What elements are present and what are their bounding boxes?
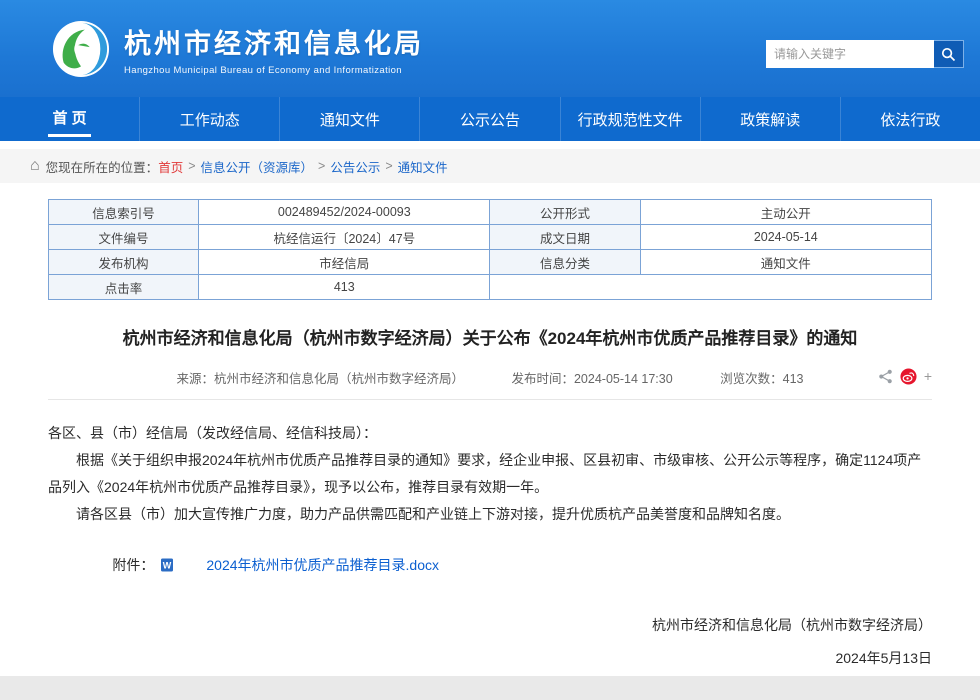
- signature-date: 2024年5月13日: [0, 642, 932, 676]
- breadcrumb-link-notice-files[interactable]: 通知文件: [398, 157, 448, 176]
- paragraph-closing: 请各区县（市）加大宣传推广力度，助力产品供需匹配和产业链上下游对接，提升优质杭产…: [48, 501, 932, 528]
- breadcrumb-separator: >: [318, 159, 325, 173]
- paragraph-main: 根据《关于组织申报2024年杭州市优质产品推荐目录的通知》要求，经企业申报、区县…: [48, 447, 932, 502]
- article-meta: 来源：杭州市经济和信息化局（杭州市数字经济局） 发布时间：2024-05-14 …: [48, 368, 932, 400]
- breadcrumb: ⌂ 您现在所在的位置： 首页 > 信息公开（资源库） > 公告公示 > 通知文件: [0, 149, 980, 183]
- breadcrumb-link-announcements[interactable]: 公告公示: [330, 157, 380, 176]
- breadcrumb-prefix: 您现在所在的位置：: [46, 157, 159, 176]
- article-body: 各区、县（市）经信局（发改经信局、经信科技局）： 根据《关于组织申报2024年杭…: [48, 420, 932, 529]
- info-value-publisher: 市经信局: [199, 250, 490, 275]
- nav-item-work-news[interactable]: 工作动态: [140, 97, 280, 141]
- svg-text:W: W: [163, 560, 172, 570]
- table-row: 信息索引号 002489452/2024-00093 公开形式 主动公开: [49, 200, 932, 225]
- info-label-date: 成文日期: [490, 225, 640, 250]
- more-share-icon[interactable]: +: [924, 368, 932, 384]
- attachment-row: 附件： W 2024年杭州市优质产品推荐目录.docx: [48, 555, 932, 575]
- page-title: 杭州市经济和信息化局（杭州市数字经济局）关于公布《2024年杭州市优质产品推荐目…: [60, 326, 920, 352]
- article-publish-time: 发布时间：2024-05-14 17:30: [511, 372, 672, 386]
- info-label-file-number: 文件编号: [49, 225, 199, 250]
- nav-item-public-announcements[interactable]: 公示公告: [420, 97, 560, 141]
- search-box: [766, 40, 964, 68]
- breadcrumb-link-home[interactable]: 首页: [158, 157, 183, 176]
- site-header: 杭州市经济和信息化局 Hangzhou Municipal Bureau of …: [0, 0, 980, 97]
- article-view-count: 浏览次数：413: [720, 372, 803, 386]
- info-empty-cell: [490, 275, 932, 300]
- info-value-date: 2024-05-14: [640, 225, 931, 250]
- nav-item-notice-files[interactable]: 通知文件: [280, 97, 420, 141]
- nav-item-home[interactable]: 首 页: [0, 97, 140, 141]
- attachment-label: 附件：: [84, 555, 154, 575]
- weibo-share-icon[interactable]: [900, 368, 917, 385]
- info-label-category: 信息分类: [490, 250, 640, 275]
- signature-block: 杭州市经济和信息化局（杭州市数字经济局） 2024年5月13日: [0, 609, 932, 676]
- breadcrumb-separator: >: [188, 159, 195, 173]
- share-tools: +: [878, 368, 932, 385]
- table-row: 点击率 413: [49, 275, 932, 300]
- nav-item-policy-interpretation[interactable]: 政策解读: [701, 97, 841, 141]
- breadcrumb-link-info-disclosure[interactable]: 信息公开（资源库）: [201, 157, 314, 176]
- info-value-category: 通知文件: [640, 250, 931, 275]
- document-info-table: 信息索引号 002489452/2024-00093 公开形式 主动公开 文件编…: [48, 199, 932, 300]
- table-row: 文件编号 杭经信运行〔2024〕47号 成文日期 2024-05-14: [49, 225, 932, 250]
- info-value-clicks: 413: [199, 275, 490, 300]
- main-nav: 首 页 工作动态 通知文件 公示公告 行政规范性文件 政策解读 依法行政: [0, 97, 980, 141]
- nav-item-regulatory-docs[interactable]: 行政规范性文件: [561, 97, 701, 141]
- paragraph-salutation: 各区、县（市）经信局（发改经信局、经信科技局）：: [48, 420, 932, 447]
- search-icon: [941, 47, 956, 62]
- info-label-publisher: 发布机构: [49, 250, 199, 275]
- search-button[interactable]: [934, 40, 964, 68]
- home-icon: ⌂: [30, 158, 40, 174]
- table-row: 发布机构 市经信局 信息分类 通知文件: [49, 250, 932, 275]
- search-input[interactable]: [766, 40, 934, 68]
- word-doc-icon: W: [160, 558, 174, 572]
- nav-item-law-administration[interactable]: 依法行政: [841, 97, 980, 141]
- share-icon[interactable]: [878, 369, 893, 384]
- info-label-open-form: 公开形式: [490, 200, 640, 225]
- info-value-file-number: 杭经信运行〔2024〕47号: [199, 225, 490, 250]
- site-subtitle: Hangzhou Municipal Bureau of Economy and…: [124, 65, 424, 76]
- page: 杭州市经济和信息化局 Hangzhou Municipal Bureau of …: [0, 0, 980, 676]
- attachment-link[interactable]: 2024年杭州市优质产品推荐目录.docx: [178, 555, 439, 575]
- info-value-index: 002489452/2024-00093: [199, 200, 490, 225]
- site-brand: 杭州市经济和信息化局 Hangzhou Municipal Bureau of …: [124, 22, 424, 76]
- site-title: 杭州市经济和信息化局: [124, 22, 424, 61]
- info-label-clicks: 点击率: [49, 275, 199, 300]
- signature-org: 杭州市经济和信息化局（杭州市数字经济局）: [0, 609, 932, 643]
- info-value-open-form: 主动公开: [640, 200, 931, 225]
- info-label-index: 信息索引号: [49, 200, 199, 225]
- article-source: 来源：杭州市经济和信息化局（杭州市数字经济局）: [176, 372, 464, 386]
- breadcrumb-separator: >: [385, 159, 392, 173]
- site-logo-icon: [52, 20, 110, 78]
